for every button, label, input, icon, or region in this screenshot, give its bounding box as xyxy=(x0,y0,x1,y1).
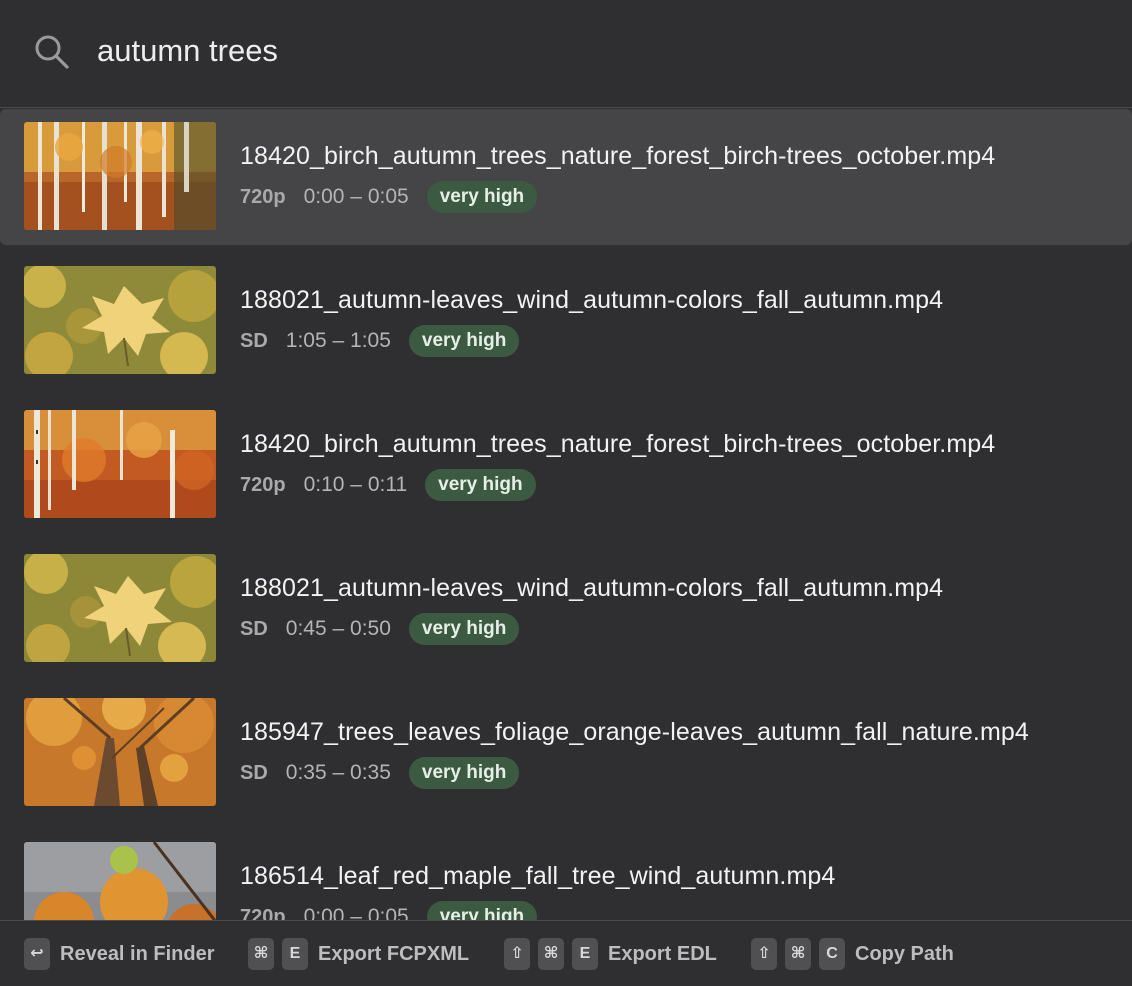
match-badge: very high xyxy=(408,613,520,645)
time-range: 0:00 – 0:05 xyxy=(303,185,409,208)
result-meta: SD 0:45 – 0:50 very high xyxy=(240,613,520,645)
match-badge: very high xyxy=(408,757,520,789)
match-badge: very high xyxy=(425,469,536,501)
video-thumbnail xyxy=(24,122,216,230)
export-fcpxml-label: Export FCPXML xyxy=(318,942,470,965)
reveal-in-finder-action[interactable]: ↩ Reveal in Finder xyxy=(24,938,215,970)
result-row[interactable]: 18420_birch_autumn_trees_nature_forest_b… xyxy=(0,397,1132,533)
result-row[interactable]: 188021_autumn-leaves_wind_autumn-colors_… xyxy=(0,253,1132,389)
time-range: 0:45 – 0:50 xyxy=(285,617,391,640)
result-meta: SD 1:05 – 1:05 very high xyxy=(240,325,520,357)
result-meta: SD 0:35 – 0:35 very high xyxy=(240,757,520,789)
match-badge: very high xyxy=(426,181,538,213)
search-bar xyxy=(0,0,1132,108)
result-filename: 188021_autumn-leaves_wind_autumn-colors_… xyxy=(240,574,944,602)
action-bar: ↩ Reveal in Finder ⌘ E Export FCPXML ⇧ ⌘… xyxy=(0,920,1132,986)
result-row[interactable]: 188021_autumn-leaves_wind_autumn-colors_… xyxy=(0,541,1132,677)
result-filename: 185947_trees_leaves_foliage_orange-leave… xyxy=(240,718,1029,746)
e-key: E xyxy=(572,938,598,970)
result-filename: 186514_leaf_red_maple_fall_tree_wind_aut… xyxy=(240,862,836,890)
time-range: 1:05 – 1:05 xyxy=(285,329,391,352)
results-list: 18420_birch_autumn_trees_nature_forest_b… xyxy=(0,109,1132,920)
e-key: E xyxy=(282,938,308,970)
result-filename: 18420_birch_autumn_trees_nature_forest_b… xyxy=(240,142,996,170)
result-meta: 720p 0:00 – 0:05 very high xyxy=(240,181,538,213)
shift-key-icon: ⇧ xyxy=(504,938,530,970)
time-range: 0:35 – 0:35 xyxy=(285,761,391,784)
resolution-label: 720p xyxy=(240,473,286,496)
video-thumbnail xyxy=(24,410,216,518)
result-meta: 720p 0:10 – 0:11 very high xyxy=(240,469,536,501)
video-thumbnail xyxy=(24,554,216,662)
command-key-icon: ⌘ xyxy=(248,938,274,970)
resolution-label: SD xyxy=(240,329,268,352)
result-filename: 18420_birch_autumn_trees_nature_forest_b… xyxy=(240,430,996,458)
match-badge: very high xyxy=(408,325,520,357)
video-thumbnail xyxy=(24,698,216,806)
result-row[interactable]: 186514_leaf_red_maple_fall_tree_wind_aut… xyxy=(0,829,1132,920)
copy-path-label: Copy Path xyxy=(855,942,954,965)
video-thumbnail xyxy=(24,266,216,374)
result-filename: 188021_autumn-leaves_wind_autumn-colors_… xyxy=(240,286,944,314)
search-window: 18420_birch_autumn_trees_nature_forest_b… xyxy=(0,0,1132,986)
match-badge: very high xyxy=(426,901,538,920)
command-key-icon: ⌘ xyxy=(785,938,811,970)
result-meta: 720p 0:00 – 0:05 very high xyxy=(240,901,538,921)
time-range: 0:00 – 0:05 xyxy=(303,905,409,920)
export-fcpxml-action[interactable]: ⌘ E Export FCPXML xyxy=(248,938,469,970)
resolution-label: SD xyxy=(240,617,268,640)
reveal-in-finder-label: Reveal in Finder xyxy=(60,942,215,965)
result-row[interactable]: 185947_trees_leaves_foliage_orange-leave… xyxy=(0,685,1132,821)
result-row[interactable]: 18420_birch_autumn_trees_nature_forest_b… xyxy=(0,109,1132,245)
c-key: C xyxy=(819,938,845,970)
video-thumbnail xyxy=(24,842,216,920)
copy-path-action[interactable]: ⇧ ⌘ C Copy Path xyxy=(751,938,954,970)
export-edl-label: Export EDL xyxy=(608,942,717,965)
resolution-label: 720p xyxy=(240,905,286,921)
return-key-icon: ↩ xyxy=(24,938,50,970)
export-edl-action[interactable]: ⇧ ⌘ E Export EDL xyxy=(504,938,717,970)
shift-key-icon: ⇧ xyxy=(751,938,777,970)
resolution-label: SD xyxy=(240,761,268,784)
resolution-label: 720p xyxy=(240,185,286,208)
time-range: 0:10 – 0:11 xyxy=(303,473,408,496)
search-icon xyxy=(34,34,70,70)
command-key-icon: ⌘ xyxy=(538,938,564,970)
search-input[interactable] xyxy=(97,28,1077,74)
